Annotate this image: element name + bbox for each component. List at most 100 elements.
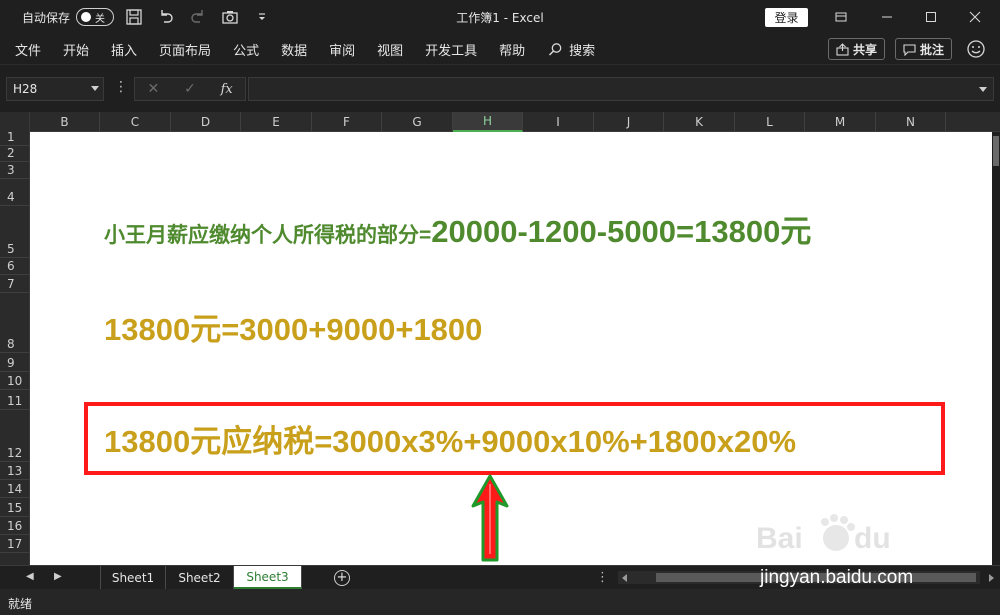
login-button[interactable]: 登录 xyxy=(765,8,808,27)
cancel-icon[interactable]: ✕ xyxy=(135,78,172,100)
menu-view[interactable]: 视图 xyxy=(366,34,414,64)
sheet-tab-1[interactable]: Sheet1 xyxy=(100,566,166,589)
row-header[interactable]: 15 xyxy=(0,498,29,517)
row-header[interactable]: 1 xyxy=(0,132,29,146)
row-header[interactable]: 3 xyxy=(0,162,29,179)
column-header[interactable]: M xyxy=(805,112,876,132)
autosave-state: 关 xyxy=(95,13,106,25)
column-header[interactable]: D xyxy=(171,112,241,132)
row-header[interactable]: 12 xyxy=(0,410,29,462)
svg-text:du: du xyxy=(854,522,891,555)
tab-split-icon[interactable]: ⋮ xyxy=(596,570,609,585)
comments-button[interactable]: 批注 xyxy=(895,38,953,60)
watermark-url: jingyan.baidu.com xyxy=(760,567,914,588)
formula-bar: H28 ⋮ ✕ ✓ fx xyxy=(0,64,1000,112)
svg-text:Bai: Bai xyxy=(756,522,803,555)
status-bar: 就绪 xyxy=(0,589,1000,615)
more-options-icon[interactable]: ⋮ xyxy=(114,79,128,95)
scroll-right-icon[interactable] xyxy=(989,574,994,582)
row-header[interactable]: 8 xyxy=(0,293,29,353)
save-icon[interactable] xyxy=(122,5,146,29)
column-header[interactable]: G xyxy=(382,112,453,132)
menu-developer[interactable]: 开发工具 xyxy=(414,34,488,64)
vertical-scrollbar[interactable] xyxy=(992,132,1000,565)
minimize-icon[interactable] xyxy=(864,0,910,34)
row-header[interactable]: 10 xyxy=(0,372,29,390)
column-header[interactable]: B xyxy=(30,112,100,132)
menu-help[interactable]: 帮助 xyxy=(488,34,536,64)
check-icon[interactable]: ✓ xyxy=(172,78,209,100)
select-all-corner[interactable] xyxy=(0,112,30,132)
column-header[interactable]: L xyxy=(735,112,805,132)
cell-text-line2[interactable]: 13800元=3000+9000+1800 xyxy=(104,304,482,349)
maximize-icon[interactable] xyxy=(908,0,954,34)
cell-text-line1[interactable]: 小王月薪应缴纳个人所得税的部分=20000-1200-5000=13800元 xyxy=(104,206,811,251)
add-sheet-button[interactable]: + xyxy=(334,570,350,586)
column-header[interactable]: E xyxy=(241,112,312,132)
formula-input[interactable] xyxy=(248,77,994,101)
row-header[interactable]: 17 xyxy=(0,535,29,553)
status-text: 就绪 xyxy=(8,597,33,611)
customize-qat-icon[interactable] xyxy=(250,5,274,29)
menu-review[interactable]: 审阅 xyxy=(318,34,366,64)
camera-icon[interactable] xyxy=(218,5,242,29)
sheet-tab-2[interactable]: Sheet2 xyxy=(166,566,234,589)
comment-icon xyxy=(903,43,916,56)
worksheet-grid[interactable]: 小王月薪应缴纳个人所得税的部分=20000-1200-5000=13800元 1… xyxy=(30,132,992,565)
row-header[interactable]: 11 xyxy=(0,390,29,410)
autosave-label: 自动保存 xyxy=(22,10,71,25)
column-header[interactable]: I xyxy=(523,112,594,132)
menu-insert[interactable]: 插入 xyxy=(100,34,148,64)
comment-label: 批注 xyxy=(920,42,945,57)
expand-formula-icon[interactable] xyxy=(979,87,987,92)
share-label: 共享 xyxy=(853,42,878,57)
row-header[interactable]: 5 xyxy=(0,206,29,258)
row-header[interactable]: 14 xyxy=(0,480,29,498)
row-headers: 1 2 3 4 5 6 7 8 9 10 11 12 13 14 15 16 1… xyxy=(0,132,30,565)
up-arrow-icon xyxy=(471,474,509,562)
scroll-left-icon[interactable] xyxy=(622,574,627,582)
menu-formulas[interactable]: 公式 xyxy=(222,34,270,64)
ribbon-display-icon[interactable] xyxy=(818,0,864,34)
search-icon xyxy=(549,42,562,56)
menu-data[interactable]: 数据 xyxy=(270,34,318,64)
row-header[interactable]: 2 xyxy=(0,146,29,162)
name-box[interactable]: H28 xyxy=(6,77,104,101)
share-button[interactable]: 共享 xyxy=(828,38,886,60)
tab-scroll-left-icon[interactable]: ◀ xyxy=(26,571,34,582)
row-header[interactable]: 6 xyxy=(0,258,29,275)
row-header[interactable]: 16 xyxy=(0,517,29,535)
formula-buttons: ✕ ✓ fx xyxy=(134,77,246,101)
line1-formula: 20000-1200-5000=13800元 xyxy=(431,214,812,249)
undo-icon[interactable] xyxy=(154,5,178,29)
column-headers: B C D E F G H I J K L M N xyxy=(0,112,1000,132)
menu-home[interactable]: 开始 xyxy=(52,34,100,64)
toggle-knob xyxy=(81,12,92,22)
column-header[interactable]: J xyxy=(594,112,664,132)
close-icon[interactable] xyxy=(952,0,998,34)
column-header[interactable]: F xyxy=(312,112,382,132)
column-header-active[interactable]: H xyxy=(453,112,523,132)
line1-prefix: 小王月薪应缴纳个人所得税的部分= xyxy=(104,224,432,247)
column-header[interactable]: K xyxy=(664,112,735,132)
row-header[interactable]: 7 xyxy=(0,275,29,293)
row-header[interactable]: 4 xyxy=(0,179,29,206)
share-icon xyxy=(836,42,849,56)
sheet-tab-3[interactable]: Sheet3 xyxy=(234,566,302,589)
search-box[interactable]: 搜索 xyxy=(536,40,595,59)
row-header[interactable]: 13 xyxy=(0,462,29,480)
column-header[interactable]: N xyxy=(876,112,946,132)
feedback-smiley-icon[interactable] xyxy=(966,39,986,59)
name-box-value: H28 xyxy=(13,82,38,96)
tab-scroll-right-icon[interactable]: ▶ xyxy=(54,571,62,582)
insert-function-icon[interactable]: fx xyxy=(208,78,245,100)
scroll-thumb[interactable] xyxy=(993,136,999,166)
search-label: 搜索 xyxy=(569,43,596,59)
column-header[interactable]: C xyxy=(100,112,171,132)
autosave-toggle[interactable]: 关 xyxy=(76,8,115,26)
redo-icon[interactable] xyxy=(186,5,210,29)
row-header[interactable]: 9 xyxy=(0,353,29,372)
baidu-logo-icon: Bai du xyxy=(756,514,891,555)
menu-page-layout[interactable]: 页面布局 xyxy=(148,34,222,64)
menu-file[interactable]: 文件 xyxy=(4,34,52,64)
